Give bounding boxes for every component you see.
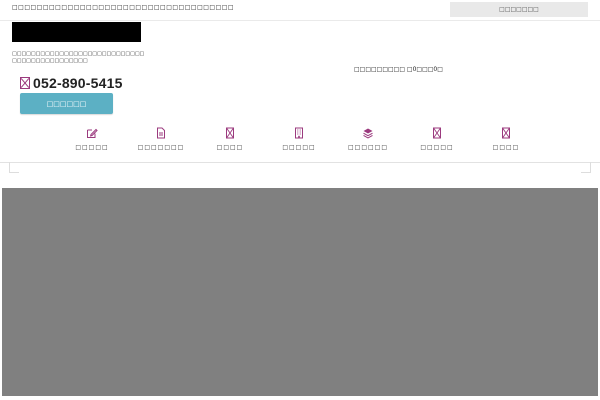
phone-row[interactable]: 052-890-5415 <box>20 74 123 92</box>
nav-item-6[interactable]: □□□□□ <box>403 125 471 157</box>
phone-number[interactable]: 052-890-5415 <box>33 75 123 91</box>
nav-label: □□□□□ <box>75 144 109 151</box>
nav-item-2[interactable]: □□□□□□□ <box>127 125 195 157</box>
nav-item-7[interactable]: □□□□ <box>472 125 540 157</box>
nav-item-1[interactable]: □□□□□ <box>58 125 126 157</box>
site-logo[interactable] <box>12 22 141 42</box>
contact-button[interactable]: □□□□□□ <box>20 93 113 114</box>
building-icon <box>295 127 303 139</box>
header-note: □□□□□□□□□ □0□□□0□ <box>354 66 443 73</box>
nav-label: □□□□ <box>492 144 520 151</box>
placeholder-icon <box>502 127 510 139</box>
global-nav: □□□□□ □□□□□□□ □□□□ □□□□□ □□□□□□ □□□□□ □□… <box>58 125 542 157</box>
placeholder-icon <box>226 127 234 139</box>
nav-item-5[interactable]: □□□□□□ <box>334 125 402 157</box>
phone-icon <box>20 77 30 89</box>
placeholder-icon <box>433 127 441 139</box>
layers-icon <box>363 128 373 139</box>
document-icon <box>157 127 165 139</box>
site-tagline: □□□□□□□□□□□□□□□□□□□□□□□□□□□□□□□□□□□□□□□□… <box>12 51 145 64</box>
top-search-button[interactable]: □□□□□□□ <box>450 2 588 17</box>
edit-icon <box>87 128 98 138</box>
nav-label: □□□□□ <box>420 144 454 151</box>
nav-label: □□□□□□□ <box>137 144 185 151</box>
corner-bracket-right <box>581 162 591 173</box>
header-divider <box>0 162 600 163</box>
nav-item-3[interactable]: □□□□ <box>196 125 264 157</box>
nav-label: □□□□ <box>216 144 244 151</box>
topbar-text: □□□□□□□□□□□□□□□□□□□□□□□□□□□□□□□□□□□□ <box>12 4 235 11</box>
nav-label: □□□□□□ <box>347 144 388 151</box>
corner-bracket-left <box>9 162 19 173</box>
top-bar: □□□□□□□□□□□□□□□□□□□□□□□□□□□□□□□□□□□□ □□□… <box>0 0 600 21</box>
nav-label: □□□□□ <box>282 144 316 151</box>
nav-item-4[interactable]: □□□□□ <box>265 125 333 157</box>
hero-image <box>2 188 598 396</box>
